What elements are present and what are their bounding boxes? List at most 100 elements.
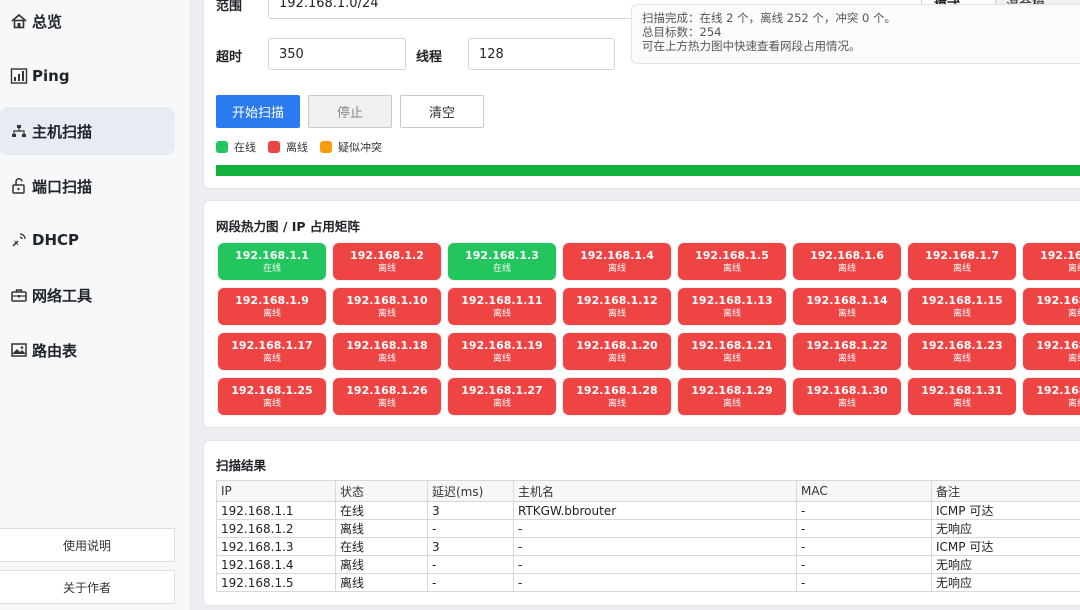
table-cell: 离线	[335, 573, 428, 592]
sidebar-item-label: DHCP	[32, 231, 80, 249]
heatmap-panel: 网段热力图 / IP 占用矩阵 192.168.1.1 在线 192.168.1.2…	[203, 200, 1080, 428]
ip-cell[interactable]: 192.168.1.22 离线	[793, 333, 901, 370]
ip-cell-status: 离线	[492, 353, 511, 364]
ip-cell[interactable]: 192.168.1.10 离线	[333, 288, 441, 325]
table-cell: -	[513, 573, 797, 592]
ip-cell[interactable]: 192.168.1.9 离线	[218, 288, 326, 325]
about-button[interactable]: 关于作者	[0, 570, 175, 604]
ip-cell-status: 离线	[722, 398, 741, 409]
ip-cell[interactable]: 192.168.1.31 离线	[908, 378, 1016, 415]
scan-progress-fill	[216, 165, 1080, 176]
ip-cell-status: 离线	[607, 353, 626, 364]
ip-cell[interactable]: 192.168.1.27 离线	[448, 378, 556, 415]
table-row[interactable]: 192.168.1.5 离线 - - - 无响应	[216, 573, 1080, 592]
column-header[interactable]: 状态	[335, 480, 428, 502]
ip-cell[interactable]: 192.168.1.20 离线	[563, 333, 671, 370]
ip-cell-status: 离线	[952, 263, 971, 274]
table-cell: -	[427, 555, 514, 574]
legend-swatch	[216, 141, 228, 153]
ip-cell[interactable]: 192.168.1.2 离线	[333, 243, 441, 280]
table-cell: 192.168.1.2	[216, 519, 336, 538]
ip-cell[interactable]: 192.168.1.28 离线	[563, 378, 671, 415]
column-header[interactable]: 延迟(ms)	[427, 480, 514, 502]
ip-cell[interactable]: 192.168.1.15 离线	[908, 288, 1016, 325]
column-header[interactable]: MAC	[796, 480, 932, 502]
ip-cell[interactable]: 192.168.1.24离线	[1023, 333, 1080, 370]
ip-cell[interactable]: 192.168.1.32离线	[1023, 378, 1080, 415]
ip-cell-status: 在线	[492, 263, 511, 274]
ip-cell[interactable]: 192.168.1.26 离线	[333, 378, 441, 415]
ip-cell-status: 离线	[952, 308, 971, 319]
ip-cell-address: 192.168.1.10	[346, 293, 428, 307]
ip-cell-status: 离线	[722, 353, 741, 364]
help-button[interactable]: 使用说明	[0, 528, 175, 562]
table-cell: -	[796, 555, 932, 574]
summary-line: 扫描完成：在线 2 个，离线 252 个，冲突 0 个。	[642, 11, 897, 25]
unlock-icon	[9, 177, 29, 195]
legend-conflict: 疑似冲突	[320, 139, 382, 155]
results-panel: 扫描结果 IP 状态 延迟(ms) 主机名 MAC 备注 192.168.1.1…	[203, 440, 1080, 606]
ip-cell[interactable]: 192.168.1.6 离线	[793, 243, 901, 280]
ip-cell[interactable]: 192.168.1.30 离线	[793, 378, 901, 415]
ip-cell-status: 离线	[492, 308, 511, 319]
heatmap-title: 网段热力图 / IP 占用矩阵	[216, 219, 360, 234]
table-row[interactable]: 192.168.1.1 在线 3 RTKGW.bbrouter - ICMP 可达	[216, 501, 1080, 520]
stop-button[interactable]: 停止	[308, 95, 392, 128]
ip-cell[interactable]: 192.168.1.21 离线	[678, 333, 786, 370]
ip-cell[interactable]: 192.168.1.12 离线	[563, 288, 671, 325]
ip-cell[interactable]: 192.168.1.11 离线	[448, 288, 556, 325]
ip-cell[interactable]: 192.168.1.23 离线	[908, 333, 1016, 370]
table-row[interactable]: 192.168.1.2 离线 - - - 无响应	[216, 519, 1080, 538]
table-cell: ICMP 可达	[931, 537, 1080, 556]
threads-input[interactable]: 128	[468, 38, 615, 70]
clear-button[interactable]: 清空	[400, 95, 484, 128]
sidebar-item-dhcp[interactable]: DHCP	[0, 216, 175, 264]
ip-cell[interactable]: 192.168.1.5 离线	[678, 243, 786, 280]
summary-line: 可在上方热力图中快速查看网段占用情况。	[642, 39, 861, 53]
start-scan-button[interactable]: 开始扫描	[216, 95, 300, 128]
ip-cell[interactable]: 192.168.1.1 在线	[218, 243, 326, 280]
sidebar-item-host-scan[interactable]: 主机扫描	[0, 107, 175, 155]
ip-cell[interactable]: 192.168.1.18 离线	[333, 333, 441, 370]
table-row[interactable]: 192.168.1.4 离线 - - - 无响应	[216, 555, 1080, 574]
ip-cell-address: 192.168.1.14	[806, 293, 888, 307]
table-cell: 无响应	[931, 519, 1080, 538]
ip-cell[interactable]: 192.168.1.14 离线	[793, 288, 901, 325]
table-cell: 在线	[335, 501, 428, 520]
status-legend: 在线 离线 疑似冲突	[216, 139, 394, 155]
table-row[interactable]: 192.168.1.3 在线 3- - ICMP 可达	[216, 537, 1080, 556]
ip-cell[interactable]: 192.168.1.17 离线	[218, 333, 326, 370]
results-table-body: 192.168.1.1 在线 3 RTKGW.bbrouter - ICMP 可达 192.…	[216, 501, 1080, 592]
table-cell: -	[513, 555, 797, 574]
column-header[interactable]: 主机名	[513, 480, 797, 502]
ip-cell[interactable]: 192.168.1.7 离线	[908, 243, 1016, 280]
ip-cell[interactable]: 192.168.1.19 离线	[448, 333, 556, 370]
sidebar-item-network-tools[interactable]: 网络工具	[0, 271, 175, 319]
ip-cell-address: 192.168.1.5	[695, 248, 769, 262]
column-header[interactable]: IP	[216, 480, 336, 502]
timeout-input[interactable]: 350	[268, 38, 406, 70]
ip-cell-address: 192.168.1.30	[806, 383, 888, 397]
ip-cell[interactable]: 192.168.1.25 离线	[218, 378, 326, 415]
column-header[interactable]: 备注	[931, 480, 1080, 502]
legend-online: 在线	[216, 139, 256, 155]
ip-cell[interactable]: 192.168.1.13 离线	[678, 288, 786, 325]
results-title: 扫描结果	[216, 458, 267, 473]
ip-cell-address: 192.168.1.22	[806, 338, 888, 352]
ip-cell[interactable]: 192.168.1.8离线	[1023, 243, 1080, 280]
ip-cell[interactable]: 192.168.1.3 在线	[448, 243, 556, 280]
sidebar-item-routing-table[interactable]: 路由表	[0, 326, 175, 374]
ip-cell-address: 192.168.1.7	[925, 248, 999, 262]
table-cell: -	[796, 501, 932, 520]
ip-cell-status: 离线	[722, 263, 741, 274]
ip-cell[interactable]: 192.168.1.4 离线	[563, 243, 671, 280]
legend-swatch	[320, 141, 332, 153]
ip-cell-status: 离线	[952, 353, 971, 364]
ip-cell[interactable]: 192.168.1.29 离线	[678, 378, 786, 415]
satellite-icon	[9, 231, 29, 249]
sidebar-item-ping[interactable]: Ping	[0, 52, 175, 100]
ip-cell[interactable]: 192.168.1.16离线	[1023, 288, 1080, 325]
sidebar-item-overview[interactable]: 总览	[0, 0, 175, 45]
ip-cell-status: 离线	[377, 398, 396, 409]
sidebar-item-port-scan[interactable]: 端口扫描	[0, 162, 175, 210]
